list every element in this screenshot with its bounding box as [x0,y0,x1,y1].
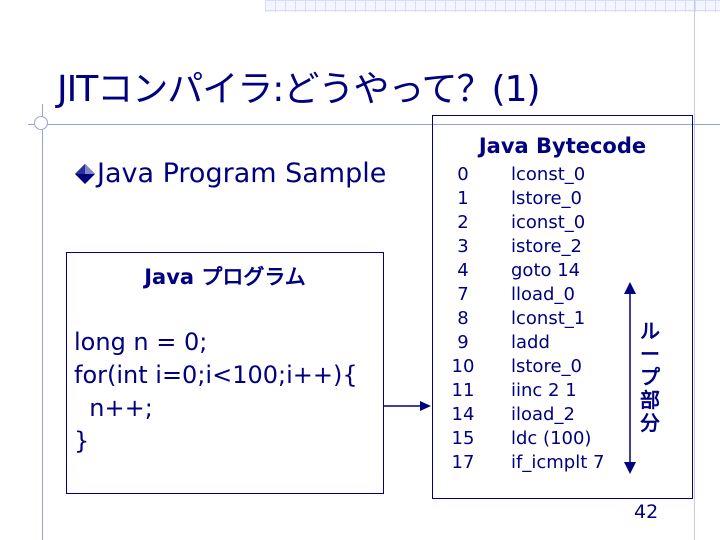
bytecode-instruction: iinc 2 1 [511,380,577,401]
double-arrow-icon [624,282,636,474]
bytecode-offset: 1 [457,188,469,209]
bytecode-instruction: lstore_0 [511,356,582,377]
loop-label-char: プ [640,365,660,389]
bytecode-offset: 2 [457,212,469,233]
code-line: } [74,427,90,455]
bytecode-offset: 14 [451,404,475,425]
loop-label-char: ル [640,319,660,343]
bytecode-offset: 8 [457,308,469,329]
rule-circle-ornament [34,116,48,130]
loop-label-char: 部 [640,388,660,412]
bytecode-offset: 4 [457,260,469,281]
page-number: 42 [634,501,659,523]
bytecode-instruction: ldc (100) [511,428,592,449]
bytecode-offset: 7 [457,284,469,305]
bytecode-instruction: lload_0 [511,284,575,305]
bytecode-offset: 17 [451,452,475,473]
bullet-item: Java Program Sample [74,158,386,189]
bytecode-instruction: lconst_1 [511,308,586,329]
bytecode-instruction: lstore_0 [511,188,582,209]
bytecode-offset: 0 [457,164,469,185]
program-box-title: Java プログラム [144,265,306,289]
bytecode-instruction: lconst_0 [511,164,586,185]
bytecode-instruction: ladd [511,332,550,353]
bytecode-instruction: goto 14 [511,260,581,281]
code-line: long n = 0; [74,328,208,356]
bytecode-instruction: istore_2 [511,236,582,257]
code-line: for(int i=0;i<100;i++){ [74,361,358,389]
loop-label-char: 分 [640,411,660,435]
slide-title: JITコンパイラ:どうやって？(1) [57,69,541,110]
bytecode-instruction: iload_2 [511,404,575,425]
loop-section-label: ル ー プ 部 分 [638,320,662,435]
bytecode-box-title: Java Bytecode [478,134,647,158]
decorative-grid-band [265,0,720,12]
bytecode-instruction: iconst_0 [511,212,586,233]
bullet-text: Java Program Sample [97,158,387,189]
bytecode-offset: 10 [451,356,475,377]
loop-label-char: ー [640,342,660,366]
bytecode-offset: 9 [457,332,469,353]
left-vertical-rule [42,104,43,540]
code-line: n++; [74,394,153,422]
bytecode-offset: 3 [457,236,469,257]
decorative-vertical-line [694,0,695,540]
bytecode-offset: 11 [451,380,475,401]
diamond-bullet-icon [75,163,95,184]
bytecode-instruction: if_icmplt 7 [511,452,605,473]
bytecode-offset: 15 [451,428,475,449]
arrow-right-icon [384,401,431,411]
